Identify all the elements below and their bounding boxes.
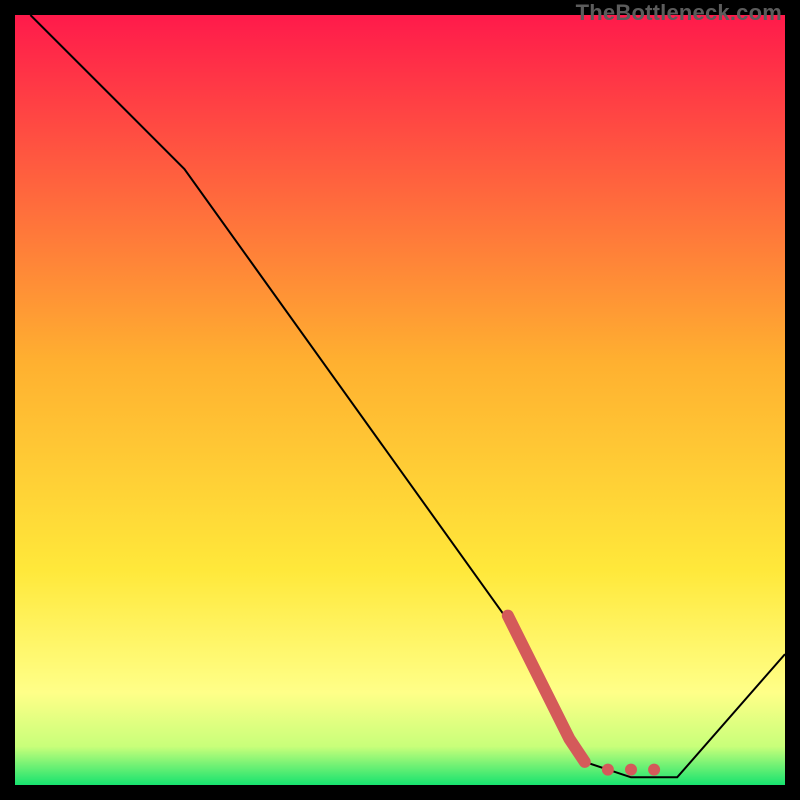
gradient-background <box>15 15 785 785</box>
highlight-dot <box>602 764 614 776</box>
highlight-dot <box>625 764 637 776</box>
bottleneck-chart <box>15 15 785 785</box>
highlight-dots-group <box>602 764 660 776</box>
highlight-dot <box>648 764 660 776</box>
watermark-text: TheBottleneck.com <box>576 0 782 26</box>
